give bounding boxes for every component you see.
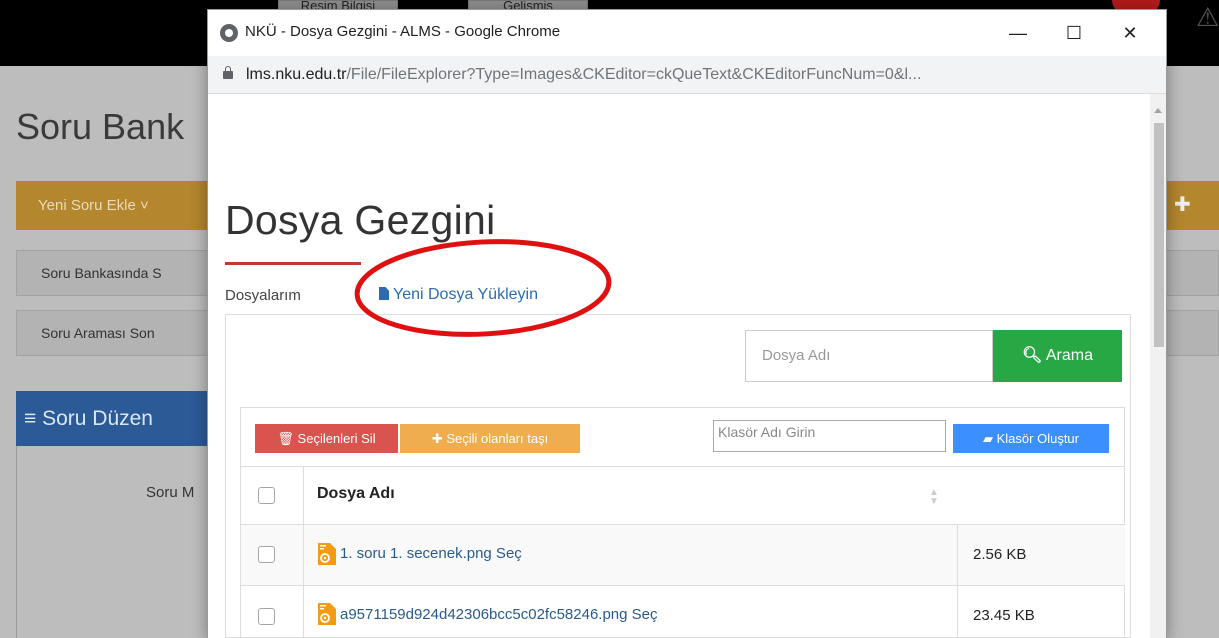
move-selected-label: Seçili olanları taşı xyxy=(446,431,549,446)
trash-icon: 🗑︎ xyxy=(277,431,294,446)
maximize-button[interactable]: ☐ xyxy=(1054,18,1094,48)
url-text[interactable]: lms.nku.edu.tr/File/FileExplorer?Type=Im… xyxy=(246,66,921,84)
url-path: /File/FileExplorer?Type=Images&CKEditor=… xyxy=(346,66,922,83)
window-titlebar[interactable]: NKÜ - Dosya Gezgini - ALMS - Google Chro… xyxy=(208,10,1166,56)
png-file-icon xyxy=(318,603,336,625)
warning-icon: ⚠ xyxy=(1196,2,1219,32)
create-folder-label: Klasör Oluştur xyxy=(996,431,1079,446)
scroll-up-arrow-icon[interactable] xyxy=(1154,108,1162,113)
file-link[interactable]: a9571159d924d42306bcc5c02fc58246.png Seç xyxy=(340,606,658,623)
bg-plus-icon: ✚ xyxy=(1160,181,1219,230)
col-divider xyxy=(303,466,304,638)
select-all-checkbox[interactable] xyxy=(258,487,275,504)
row-checkbox[interactable] xyxy=(258,546,275,563)
delete-selected-button[interactable]: 🗑︎ Seçilenleri Sil xyxy=(255,424,398,453)
scrollbar-thumb[interactable] xyxy=(1154,123,1164,347)
row-checkbox[interactable] xyxy=(258,608,275,625)
chrome-icon xyxy=(220,24,238,42)
col-divider xyxy=(957,525,958,638)
file-search-input[interactable]: Dosya Adı xyxy=(745,330,993,382)
search-button-label: Arama xyxy=(1045,347,1093,364)
delete-selected-label: Seçilenleri Sil xyxy=(297,431,376,446)
table-header-top xyxy=(241,466,1125,467)
bg-edit-header: ≡ Soru Düzen xyxy=(16,391,216,446)
page-viewport: Dosya Gezgini Dosyalarım Yeni Dosya Yükl… xyxy=(208,94,1166,638)
window-title: NKÜ - Dosya Gezgini - ALMS - Google Chro… xyxy=(245,23,561,40)
bg-panel-text: Soru M xyxy=(146,484,195,501)
column-header-file-name[interactable]: Dosya Adı xyxy=(317,485,395,503)
bg-new-question-button: Yeni Soru Ekle ˅ xyxy=(16,181,216,230)
chrome-popup-window: NKÜ - Dosya Gezgini - ALMS - Google Chro… xyxy=(208,10,1166,638)
lock-icon xyxy=(223,66,233,79)
search-button[interactable]: 🔍︎ Arama xyxy=(993,330,1122,382)
bg-page-title: Soru Bank xyxy=(16,106,185,147)
folder-open-icon: ▰ xyxy=(983,431,993,446)
png-file-icon xyxy=(318,543,336,565)
row-divider xyxy=(241,585,1125,586)
url-domain: lms.nku.edu.tr xyxy=(246,66,347,83)
create-folder-button[interactable]: ▰ Klasör Oluştur xyxy=(953,424,1109,453)
close-button[interactable]: ✕ xyxy=(1110,18,1150,48)
minimize-button[interactable]: — xyxy=(998,18,1038,48)
file-size: 2.56 KB xyxy=(973,546,1027,563)
file-size: 23.45 KB xyxy=(973,607,1035,624)
title-underline xyxy=(225,262,361,265)
move-selected-button[interactable]: ✚ Seçili olanları taşı xyxy=(400,424,580,453)
address-bar[interactable]: lms.nku.edu.tr/File/FileExplorer?Type=Im… xyxy=(208,56,1166,94)
file-link[interactable]: 1. soru 1. secenek.png Seç xyxy=(340,545,522,562)
sort-icon[interactable]: ▲ ▼ xyxy=(929,488,939,507)
search-icon: 🔍︎ xyxy=(1022,347,1043,364)
folder-name-input[interactable]: Klasör Adı Girin xyxy=(713,420,946,452)
move-icon: ✚ xyxy=(431,431,443,446)
tab-my-files[interactable]: Dosyalarım xyxy=(225,287,301,304)
